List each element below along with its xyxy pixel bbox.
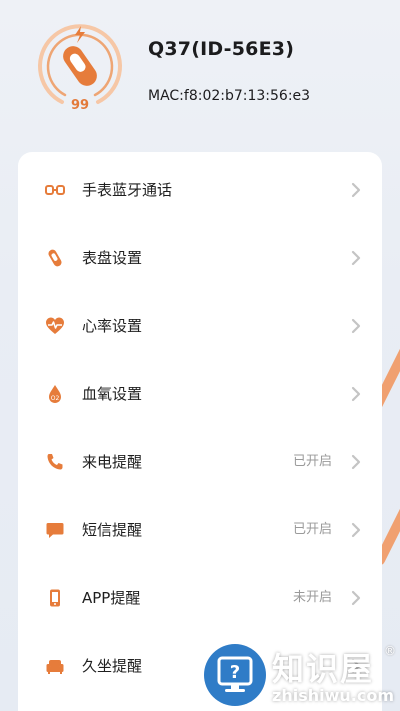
- menu-item-status: 未开启: [292, 590, 332, 605]
- device-mac-address: MAC:f8:02:b7:13:56:e3: [148, 88, 311, 104]
- message-icon: [46, 523, 64, 538]
- menu-item-app-reminder[interactable]: APP提醒 未开启: [18, 564, 382, 632]
- menu-item-label: 心率设置: [82, 317, 143, 335]
- menu-item-heart-rate[interactable]: 心率设置: [18, 292, 382, 360]
- menu-item-label: 来电提醒: [82, 453, 143, 471]
- battery-level-text: 99: [70, 98, 90, 113]
- app-phone-icon: [50, 589, 60, 607]
- menu-item-call-reminder[interactable]: 来电提醒 已开启: [18, 428, 382, 496]
- watermark-url: zhishiwu.com: [272, 686, 394, 705]
- menu-item-watch-face[interactable]: 表盘设置: [18, 224, 382, 292]
- menu-item-status: 已开启: [292, 454, 332, 469]
- menu-item-label: 手表蓝牙通话: [82, 181, 173, 199]
- settings-card: 手表蓝牙通话 表盘设置 心率设置 O2 血氧设置 来电提醒 已开启 短信提醒 已…: [18, 152, 382, 711]
- device-name: Q37(ID-56E3): [148, 38, 295, 60]
- chevron-right-icon: [351, 454, 361, 470]
- bluetooth-link-icon: [45, 185, 65, 195]
- watch-icon: [48, 249, 62, 267]
- menu-item-label: 短信提醒: [82, 521, 143, 539]
- chevron-right-icon: [351, 182, 361, 198]
- blood-oxygen-icon: O2: [49, 385, 61, 403]
- monitor-question-icon: ?: [217, 656, 253, 692]
- watermark-title: 知识屋: [272, 650, 375, 688]
- chevron-right-icon: [351, 386, 361, 402]
- chevron-right-icon: [351, 250, 361, 266]
- menu-item-blood-oxygen[interactable]: O2 血氧设置: [18, 360, 382, 428]
- menu-item-bluetooth-call[interactable]: 手表蓝牙通话: [18, 156, 382, 224]
- heart-rate-icon: [46, 317, 64, 334]
- phone-icon: [47, 454, 63, 470]
- menu-item-label: APP提醒: [82, 589, 141, 607]
- menu-item-sms-reminder[interactable]: 短信提醒 已开启: [18, 496, 382, 564]
- watermark-logo: ?: [204, 644, 266, 706]
- menu-item-label: 血氧设置: [82, 385, 143, 403]
- battery-ring: 99: [34, 22, 126, 114]
- watermark: ? 知识屋 ® zhishiwu.com: [200, 640, 400, 711]
- chevron-right-icon: [351, 522, 361, 538]
- chevron-right-icon: [351, 318, 361, 334]
- watermark-registered-mark: ®: [384, 644, 396, 658]
- menu-item-label: 久坐提醒: [82, 657, 143, 675]
- sofa-icon: [46, 660, 64, 674]
- chevron-right-icon: [351, 590, 361, 606]
- svg-text:?: ?: [230, 662, 240, 683]
- device-header: 99 Q37(ID-56E3) MAC:f8:02:b7:13:56:e3: [0, 0, 400, 150]
- menu-item-status: 已开启: [292, 522, 332, 537]
- menu-item-label: 表盘设置: [82, 249, 143, 267]
- svg-text:O2: O2: [51, 395, 60, 402]
